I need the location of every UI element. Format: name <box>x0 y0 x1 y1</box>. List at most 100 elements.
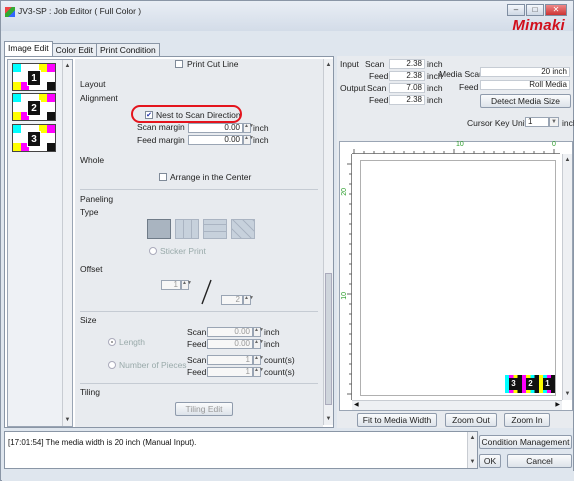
cursor-key-unit-select[interactable]: 1 <box>525 117 549 127</box>
detect-media-size-button[interactable]: Detect Media Size <box>480 94 571 108</box>
ruler-v-label-20: 20 <box>341 188 348 196</box>
scroll-down-icon[interactable]: ▼ <box>324 414 333 424</box>
scroll-down-icon[interactable]: ▼ <box>563 389 572 399</box>
length-scan-spinner[interactable]: ▲▼ <box>253 327 264 337</box>
vertical-ruler: 20 10 <box>340 154 352 400</box>
pieces-radio[interactable] <box>108 361 116 369</box>
panel-type-rows-button[interactable] <box>203 219 227 239</box>
tab-color-edit[interactable]: Color Edit <box>51 43 97 56</box>
panel-type-custom-button[interactable] <box>231 219 255 239</box>
divider <box>80 189 318 190</box>
length-radio[interactable] <box>108 338 116 346</box>
horizontal-ruler: 10 0 <box>352 141 560 154</box>
scan-margin-spinner[interactable]: ▲▼ <box>243 123 254 133</box>
paneling-heading: Paneling <box>80 194 114 204</box>
offset-y-spinner[interactable]: ▲▼ <box>243 295 254 305</box>
offset-x-spinner[interactable]: ▲▼ <box>181 280 192 290</box>
print-cut-line-label: Print Cut Line <box>187 59 239 69</box>
media-area: 3 2 1 <box>360 160 556 396</box>
whole-label: Whole <box>80 155 105 165</box>
scroll-up-icon[interactable]: ▲ <box>563 155 572 165</box>
tiling-heading: Tiling <box>80 387 100 397</box>
print-cut-line-checkbox[interactable] <box>175 60 183 68</box>
length-feed-input[interactable]: 0.00 <box>207 339 253 349</box>
scroll-down-icon[interactable]: ▼ <box>63 415 72 425</box>
tiling-edit-button[interactable]: Tiling Edit <box>175 402 233 416</box>
pieces-feed-input[interactable]: 1 <box>207 367 253 377</box>
sticker-print-radio[interactable] <box>149 247 157 255</box>
arrange-center-label: Arrange in the Center <box>170 172 252 182</box>
placed-image-2[interactable]: 2 <box>522 375 539 393</box>
thumbnail-3[interactable]: 3 <box>12 124 56 152</box>
input-scan-unit: inch <box>427 59 443 69</box>
canvas-vscrollbar[interactable]: ▲ ▼ <box>562 154 572 400</box>
pieces-scan-input[interactable]: 1 <box>207 355 253 365</box>
ruler-v-label-10: 10 <box>341 292 348 300</box>
cursor-unit: inch <box>562 118 574 128</box>
thumbnail-1[interactable]: 1 <box>12 63 56 91</box>
type-label: Type <box>80 207 99 217</box>
offset-y-input[interactable]: 2 <box>221 295 243 305</box>
log-scrollbar[interactable]: ▲ ▼ <box>467 432 477 468</box>
feed-margin-label: Feed margin <box>137 135 185 145</box>
tab-image-edit[interactable]: Image Edit <box>4 41 53 56</box>
size-heading: Size <box>80 315 97 325</box>
app-icon <box>5 7 15 17</box>
condition-management-button[interactable]: Condition Management <box>479 435 572 449</box>
close-button[interactable]: ✕ <box>545 4 567 16</box>
length-feed-spinner[interactable]: ▲▼ <box>253 339 264 349</box>
pieces-feed-label: Feed <box>187 367 207 377</box>
feed-margin-input[interactable]: 0.00 <box>188 135 243 145</box>
scroll-down-icon[interactable]: ▼ <box>468 457 477 467</box>
scan-margin-input[interactable]: 0.00 <box>188 123 243 133</box>
scroll-up-icon[interactable]: ▲ <box>63 61 72 71</box>
scroll-up-icon[interactable]: ▲ <box>468 433 477 443</box>
settings-scrollbar[interactable]: ▲ ▼ <box>323 59 333 425</box>
media-feed-label: Feed <box>459 82 479 92</box>
dropdown-arrow-icon[interactable]: ▼ <box>549 117 559 127</box>
placed-image-strip[interactable]: 3 2 1 <box>505 375 555 393</box>
length-feed-unit: inch <box>264 339 280 349</box>
media-scan-value: 20 inch <box>480 67 570 77</box>
scroll-thumb[interactable] <box>325 273 332 405</box>
feed-margin-spinner[interactable]: ▲▼ <box>243 135 254 145</box>
output-feed-value: 2.38 <box>389 95 425 105</box>
input-feed-label: Feed <box>369 71 389 81</box>
zoom-in-button[interactable]: Zoom In <box>504 413 550 427</box>
layout-heading: Layout <box>80 79 106 89</box>
canvas-hscrollbar[interactable]: ◀ ▶ <box>352 400 562 410</box>
title-bar: JV3-SP : Job Editor ( Full Color ) – □ ✕… <box>1 1 573 34</box>
panel-type-grid-button[interactable] <box>175 219 199 239</box>
maximize-button[interactable]: □ <box>526 4 544 16</box>
tab-print-condition[interactable]: Print Condition <box>95 43 160 56</box>
output-scan-label: Scan <box>367 83 387 93</box>
placed-image-3[interactable]: 3 <box>505 375 522 393</box>
offset-slash-icon <box>201 279 212 305</box>
pieces-feed-spinner[interactable]: ▲▼ <box>253 367 264 377</box>
input-label: Input <box>340 59 359 69</box>
pieces-label: Number of Pieces <box>119 360 187 370</box>
thumbnail-scrollbar[interactable]: ▲ ▼ <box>62 60 72 426</box>
sticker-print-label: Sticker Print <box>160 246 206 256</box>
length-scan-input[interactable]: 0.00 <box>207 327 253 337</box>
scan-margin-unit: inch <box>253 123 269 133</box>
preview-canvas[interactable]: 10 0 20 10 3 2 1 ▲ ▼ ◀ ▶ <box>339 141 573 411</box>
minimize-button[interactable]: – <box>507 4 525 16</box>
panel-type-single-button[interactable] <box>147 219 171 239</box>
zoom-out-button[interactable]: Zoom Out <box>445 413 497 427</box>
offset-x-input[interactable]: 1 <box>161 280 181 290</box>
arrange-center-checkbox[interactable] <box>159 173 167 181</box>
fit-to-media-width-button[interactable]: Fit to Media Width <box>357 413 437 427</box>
cursor-key-unit-label: Cursor Key Unit <box>467 118 527 128</box>
alignment-label: Alignment <box>80 93 118 103</box>
cancel-button[interactable]: Cancel <box>507 454 572 468</box>
scroll-right-icon[interactable]: ▶ <box>555 401 560 408</box>
thumbnail-2[interactable]: 2 <box>12 93 56 121</box>
scroll-left-icon[interactable]: ◀ <box>354 401 359 408</box>
placed-image-1[interactable]: 1 <box>539 375 555 393</box>
scroll-up-icon[interactable]: ▲ <box>324 60 333 70</box>
ok-button[interactable]: OK <box>479 454 501 468</box>
window-title: JV3-SP : Job Editor ( Full Color ) <box>18 6 142 16</box>
message-log: [17:01:54] The media width is 20 inch (M… <box>4 431 478 469</box>
pieces-scan-spinner[interactable]: ▲▼ <box>253 355 264 365</box>
